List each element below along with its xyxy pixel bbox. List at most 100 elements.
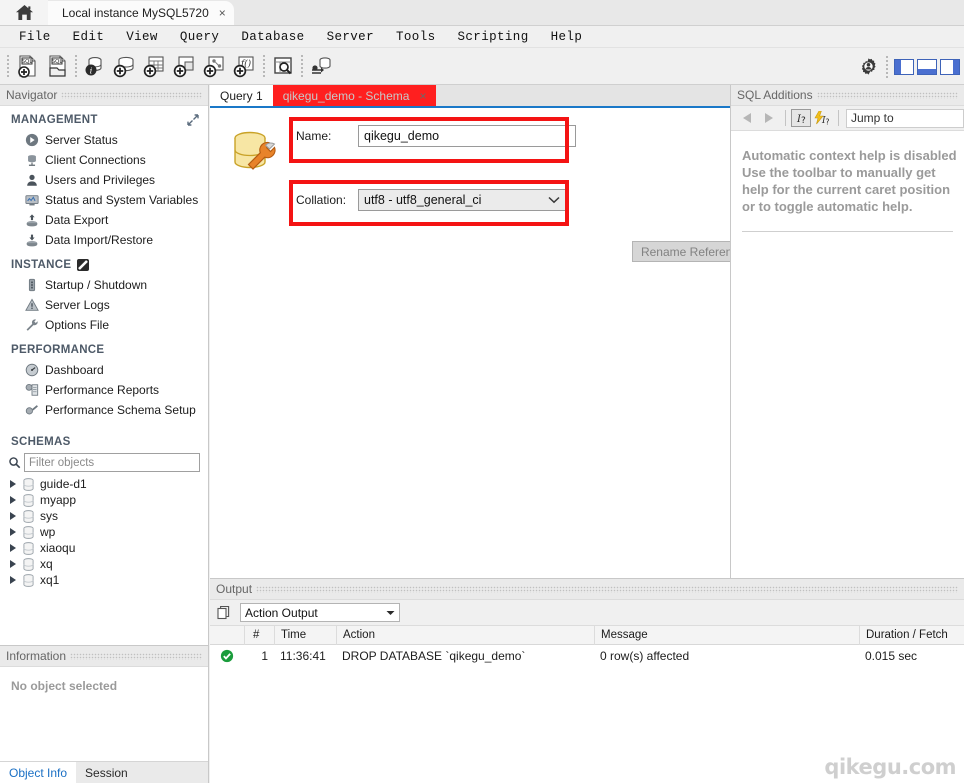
schema-item-xiaoqu[interactable]: xiaoqu — [0, 540, 208, 556]
reconnect-server-button[interactable] — [306, 51, 336, 81]
create-schema-button[interactable] — [110, 51, 140, 81]
jump-to-label: Jump to — [851, 111, 894, 125]
output-view-select[interactable]: Action Output — [240, 603, 400, 622]
help-line-2: Use the toolbar to manually get — [742, 165, 936, 180]
schema-item-wp[interactable]: wp — [0, 524, 208, 540]
table-row[interactable]: 1 11:36:41 DROP DATABASE `qikegu_demo` 0… — [210, 645, 964, 667]
tab-query-1[interactable]: Query 1 — [210, 85, 273, 106]
information-tabs: Object Info Session — [0, 761, 208, 783]
nav-item-client-connections[interactable]: Client Connections — [0, 150, 208, 170]
nav-item-options-file[interactable]: Options File — [0, 315, 208, 335]
jump-to-input[interactable]: Jump to — [846, 108, 964, 128]
users-privileges-icon — [22, 173, 42, 187]
tab-query-1-label: Query 1 — [220, 88, 263, 103]
expand-triangle-icon[interactable] — [10, 560, 16, 568]
collation-value: utf8 - utf8_general_ci — [364, 193, 482, 207]
tab-schema-editor-label: qikegu_demo - Schema — [282, 88, 410, 103]
schema-item-myapp[interactable]: myapp — [0, 492, 208, 508]
nav-item-label: Dashboard — [45, 363, 104, 377]
row-time: 11:36:41 — [280, 649, 326, 663]
information-caption: Information — [0, 646, 208, 667]
nav-item-performance-schema-setup[interactable]: Performance Schema Setup — [0, 400, 208, 420]
nav-item-server-status[interactable]: Server Status — [0, 130, 208, 150]
success-check-icon — [220, 649, 234, 663]
new-sql-tab-button[interactable]: SQL — [12, 51, 42, 81]
data-export-icon — [22, 213, 42, 227]
create-function-button[interactable]: f() — [230, 51, 260, 81]
nav-item-performance-reports[interactable]: Performance Reports — [0, 380, 208, 400]
schema-name: guide-d1 — [40, 477, 87, 491]
nav-item-dashboard[interactable]: Dashboard — [0, 360, 208, 380]
expand-triangle-icon[interactable] — [10, 528, 16, 536]
help-divider — [742, 231, 953, 232]
toggle-sidebar-button[interactable] — [894, 58, 914, 75]
nav-section-management: MANAGEMENT — [0, 106, 208, 130]
nav-item-startup-shutdown[interactable]: Startup / Shutdown — [0, 275, 208, 295]
svg-text:?: ? — [825, 117, 829, 126]
menu-edit[interactable]: Edit — [62, 28, 116, 46]
connection-info-button[interactable]: i — [80, 51, 110, 81]
tab-schema-editor-close-icon[interactable]: × — [419, 89, 426, 103]
expand-triangle-icon[interactable] — [10, 544, 16, 552]
create-procedure-button[interactable] — [200, 51, 230, 81]
schema-filter-input[interactable] — [24, 453, 200, 472]
schema-item-sys[interactable]: sys — [0, 508, 208, 524]
create-table-button[interactable] — [140, 51, 170, 81]
database-icon — [23, 509, 34, 523]
tab-object-info[interactable]: Object Info — [0, 762, 77, 783]
server-logs-icon — [22, 298, 42, 312]
open-sql-script-button[interactable]: SQL — [42, 51, 72, 81]
admin-gear-button[interactable] — [853, 52, 883, 82]
create-view-button[interactable] — [170, 51, 200, 81]
help-forward-button[interactable] — [758, 108, 780, 128]
nav-item-data-export[interactable]: Data Export — [0, 210, 208, 230]
auto-context-help-button[interactable]: I ? — [811, 108, 833, 128]
information-pane: Information No object selected Object In… — [0, 645, 208, 783]
expand-triangle-icon[interactable] — [10, 576, 16, 584]
expand-triangle-icon[interactable] — [10, 480, 16, 488]
expand-triangle-icon[interactable] — [10, 512, 16, 520]
schema-item-guide-d1[interactable]: guide-d1 — [0, 476, 208, 492]
schema-name: xq — [40, 557, 53, 571]
rename-references-button[interactable]: Rename References — [632, 241, 730, 262]
help-line-4: or to toggle automatic help. — [742, 199, 913, 214]
menu-view[interactable]: View — [115, 28, 169, 46]
toggle-output-button[interactable] — [917, 58, 937, 75]
menu-scripting[interactable]: Scripting — [447, 28, 540, 46]
collation-select[interactable]: utf8 - utf8_general_ci — [358, 189, 566, 211]
nav-item-label: Data Export — [45, 213, 109, 227]
toggle-secondary-sidebar-button[interactable] — [940, 58, 960, 75]
tab-session[interactable]: Session — [76, 762, 137, 783]
connection-tab[interactable]: Local instance MySQL5720 × — [48, 1, 234, 25]
connection-tab-close-icon[interactable]: × — [219, 6, 226, 20]
home-button[interactable] — [0, 0, 48, 25]
help-back-button[interactable] — [736, 108, 758, 128]
menu-database[interactable]: Database — [230, 28, 315, 46]
expand-triangle-icon[interactable] — [10, 496, 16, 504]
tab-schema-editor[interactable]: qikegu_demo - Schema × — [272, 85, 437, 106]
nav-item-status-variables[interactable]: Status and System Variables — [0, 190, 208, 210]
expand-all-icon[interactable] — [187, 114, 199, 126]
nav-item-data-import-restore[interactable]: Data Import/Restore — [0, 230, 208, 250]
schema-name: xq1 — [40, 573, 60, 587]
navigator-tree[interactable]: MANAGEMENT Server Status Client Connecti… — [0, 106, 208, 645]
row-status — [210, 649, 244, 663]
caption-dots — [256, 585, 958, 593]
context-help-button[interactable]: I ? — [791, 109, 811, 127]
menu-server[interactable]: Server — [316, 28, 385, 46]
menu-file[interactable]: File — [8, 28, 62, 46]
menu-tools[interactable]: Tools — [385, 28, 447, 46]
schema-item-xq1[interactable]: xq1 — [0, 572, 208, 588]
schema-name-input[interactable] — [358, 125, 576, 147]
nav-item-server-logs[interactable]: Server Logs — [0, 295, 208, 315]
nav-item-label: Status and System Variables — [45, 193, 199, 207]
main-area: Navigator MANAGEMENT Server Status Clien… — [0, 85, 964, 783]
menu-help[interactable]: Help — [540, 28, 594, 46]
nav-item-users-privileges[interactable]: Users and Privileges — [0, 170, 208, 190]
schema-item-xq[interactable]: xq — [0, 556, 208, 572]
search-data-button[interactable] — [268, 51, 298, 81]
schemas-list[interactable]: guide-d1 myapp sys wp xiaoqu xq xq1 — [0, 476, 208, 588]
menu-query[interactable]: Query — [169, 28, 231, 46]
toolbar-right-group — [853, 48, 960, 85]
schema-name: xiaoqu — [40, 541, 76, 555]
